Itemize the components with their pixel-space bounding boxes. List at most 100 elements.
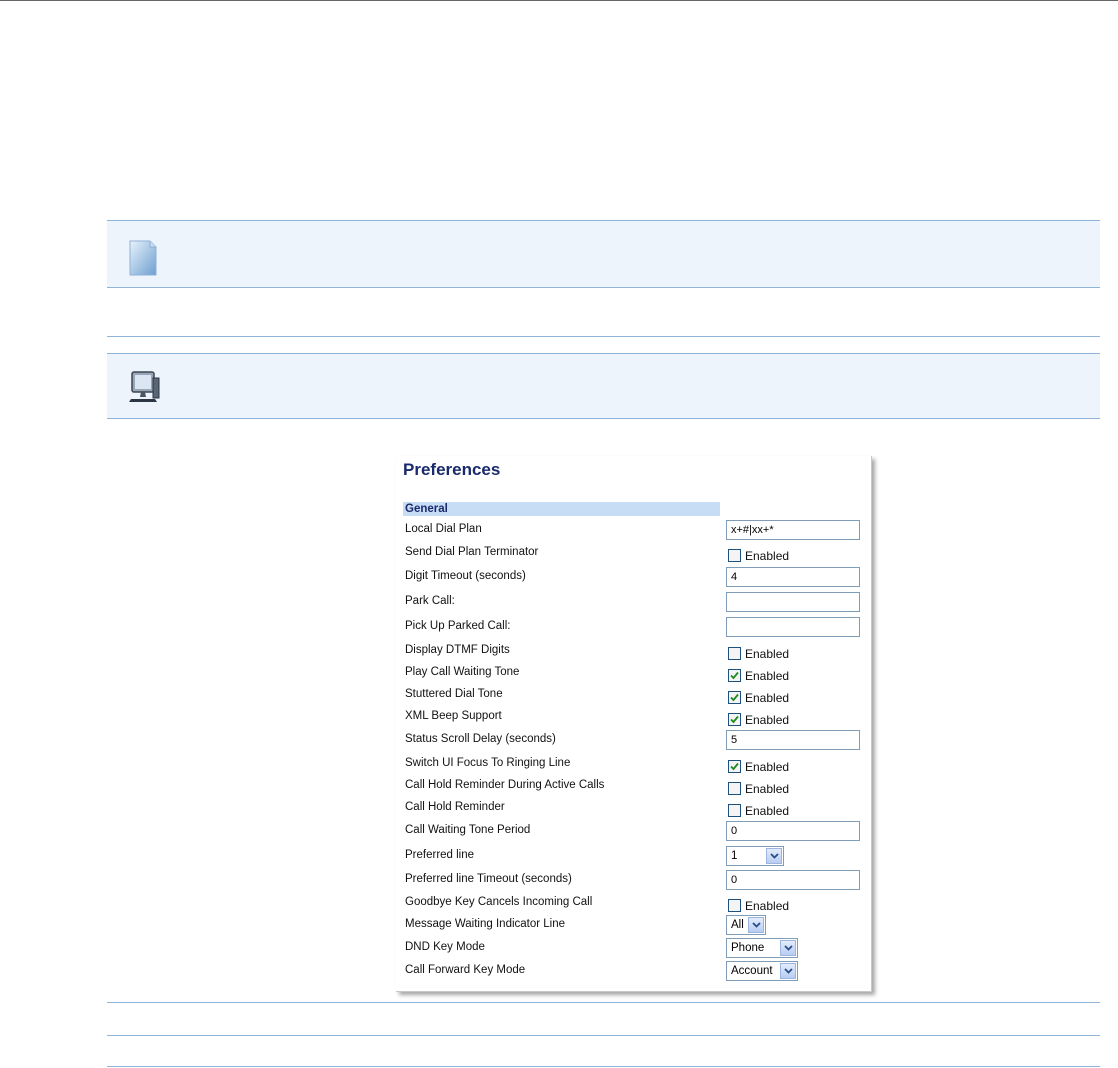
checkbox-label: Enabled [745, 804, 790, 818]
preference-row: Goodbye Key Cancels Incoming Call Enabled [396, 893, 872, 915]
checkbox-label: Enabled [745, 691, 790, 705]
divider [107, 1066, 1100, 1067]
divider [107, 1002, 1100, 1003]
preference-row: DND Key Mode Phone [396, 938, 872, 960]
preference-label: Local Dial Plan [405, 523, 482, 535]
checkbox-checked[interactable] [728, 712, 741, 726]
preference-label: DND Key Mode [405, 941, 485, 953]
chevron-down-icon[interactable] [748, 917, 764, 933]
preference-row: Display DTMF Digits Enabled [396, 641, 872, 663]
preference-label: Call Hold Reminder During Active Calls [405, 779, 605, 791]
preference-label: Stuttered Dial Tone [405, 688, 503, 700]
enabled-checkbox[interactable]: Enabled [728, 711, 789, 727]
preference-row: Call Waiting Tone Period [396, 821, 872, 843]
preference-row: Switch UI Focus To Ringing Line Enabled [396, 754, 872, 776]
note-page-icon [124, 235, 162, 284]
preference-label: Preferred line Timeout (seconds) [405, 873, 572, 885]
enabled-checkbox[interactable]: Enabled [728, 667, 789, 683]
checkmark-icon [730, 671, 739, 679]
select-value: Phone [731, 942, 765, 954]
preference-row: Call Hold Reminder During Active Calls En… [396, 776, 872, 798]
note-band [107, 220, 1100, 288]
divider [107, 336, 1100, 337]
preference-label: Goodbye Key Cancels Incoming Call [405, 896, 593, 908]
top-rule [0, 0, 1118, 1]
preference-label: Display DTMF Digits [405, 644, 510, 656]
checkmark-icon [730, 715, 739, 723]
preference-row: Play Call Waiting Tone Enabled [396, 663, 872, 685]
checkbox-unchecked[interactable] [728, 781, 741, 795]
checkbox-label: Enabled [745, 713, 790, 727]
preference-row: XML Beep Support Enabled [396, 707, 872, 729]
preference-row: Call Forward Key Mode Account [396, 961, 872, 983]
checkbox-label: Enabled [745, 669, 790, 683]
preference-label: Digit Timeout (seconds) [405, 570, 526, 582]
checkbox-unchecked[interactable] [728, 898, 741, 912]
panel-title: Preferences [403, 460, 501, 479]
select-value: Account [731, 965, 773, 977]
preference-row: Call Hold Reminder Enabled [396, 798, 872, 820]
preference-select[interactable]: All [726, 915, 766, 935]
preference-select[interactable]: Account [726, 961, 798, 981]
chevron-down-icon[interactable] [780, 963, 796, 979]
preference-text-input[interactable] [726, 617, 860, 637]
enabled-checkbox[interactable]: Enabled [728, 897, 789, 913]
preference-row: Stuttered Dial Tone Enabled [396, 685, 872, 707]
preference-row: Local Dial Plan [396, 520, 872, 542]
preference-row: Digit Timeout (seconds) [396, 567, 872, 589]
preference-text-input[interactable] [726, 730, 860, 750]
preference-text-input[interactable] [726, 821, 860, 841]
checkbox-checked[interactable] [728, 690, 741, 704]
preference-label: Call Waiting Tone Period [405, 824, 531, 836]
checkbox-label: Enabled [745, 760, 790, 774]
enabled-checkbox[interactable]: Enabled [728, 780, 789, 796]
preference-label: Send Dial Plan Terminator [405, 546, 539, 558]
preference-row: Preferred line 1 [396, 846, 872, 868]
preference-label: XML Beep Support [405, 710, 502, 722]
preference-label: Call Hold Reminder [405, 801, 505, 813]
preference-text-input[interactable] [726, 592, 860, 612]
preference-row: Pick Up Parked Call: [396, 617, 872, 639]
section-header-general: General [403, 502, 720, 516]
checkbox-label: Enabled [745, 647, 790, 661]
preferences-panel: Preferences General Local Dial Plan Send … [396, 456, 872, 992]
preference-row: Park Call: [396, 592, 872, 614]
enabled-checkbox[interactable]: Enabled [728, 758, 789, 774]
enabled-checkbox[interactable]: Enabled [728, 645, 789, 661]
select-value: 1 [731, 850, 738, 862]
webui-band [107, 353, 1100, 419]
checkmark-icon [730, 693, 739, 701]
chevron-down-icon[interactable] [766, 848, 782, 864]
enabled-checkbox[interactable]: Enabled [728, 547, 789, 563]
preference-text-input[interactable] [726, 870, 860, 890]
preference-text-input[interactable] [726, 567, 860, 587]
preference-row: Preferred line Timeout (seconds) [396, 870, 872, 892]
preference-row: Send Dial Plan Terminator Enabled [396, 543, 872, 565]
preference-select[interactable]: Phone [726, 938, 798, 958]
preference-select[interactable]: 1 [726, 846, 784, 866]
computer-monitor-icon [127, 368, 163, 409]
checkbox-unchecked[interactable] [728, 548, 741, 562]
select-value: All [731, 919, 744, 931]
preference-label: Switch UI Focus To Ringing Line [405, 757, 571, 769]
divider [107, 1035, 1100, 1036]
chevron-down-icon[interactable] [780, 940, 796, 956]
checkbox-label: Enabled [745, 549, 790, 563]
checkbox-checked[interactable] [728, 668, 741, 682]
checkmark-icon [730, 762, 739, 770]
preference-row: Status Scroll Delay (seconds) [396, 730, 872, 752]
enabled-checkbox[interactable]: Enabled [728, 802, 789, 818]
enabled-checkbox[interactable]: Enabled [728, 689, 789, 705]
preference-label: Play Call Waiting Tone [405, 666, 520, 678]
checkbox-label: Enabled [745, 782, 790, 796]
checkbox-unchecked[interactable] [728, 803, 741, 817]
checkbox-unchecked[interactable] [728, 646, 741, 660]
preference-row: Message Waiting Indicator Line All [396, 915, 872, 937]
preference-label: Status Scroll Delay (seconds) [405, 733, 556, 745]
checkbox-checked[interactable] [728, 759, 741, 773]
preference-text-input[interactable] [726, 520, 860, 540]
preference-label: Park Call: [405, 595, 455, 607]
preference-label: Preferred line [405, 849, 475, 861]
preference-label: Call Forward Key Mode [405, 964, 526, 976]
preference-label: Message Waiting Indicator Line [405, 918, 566, 930]
